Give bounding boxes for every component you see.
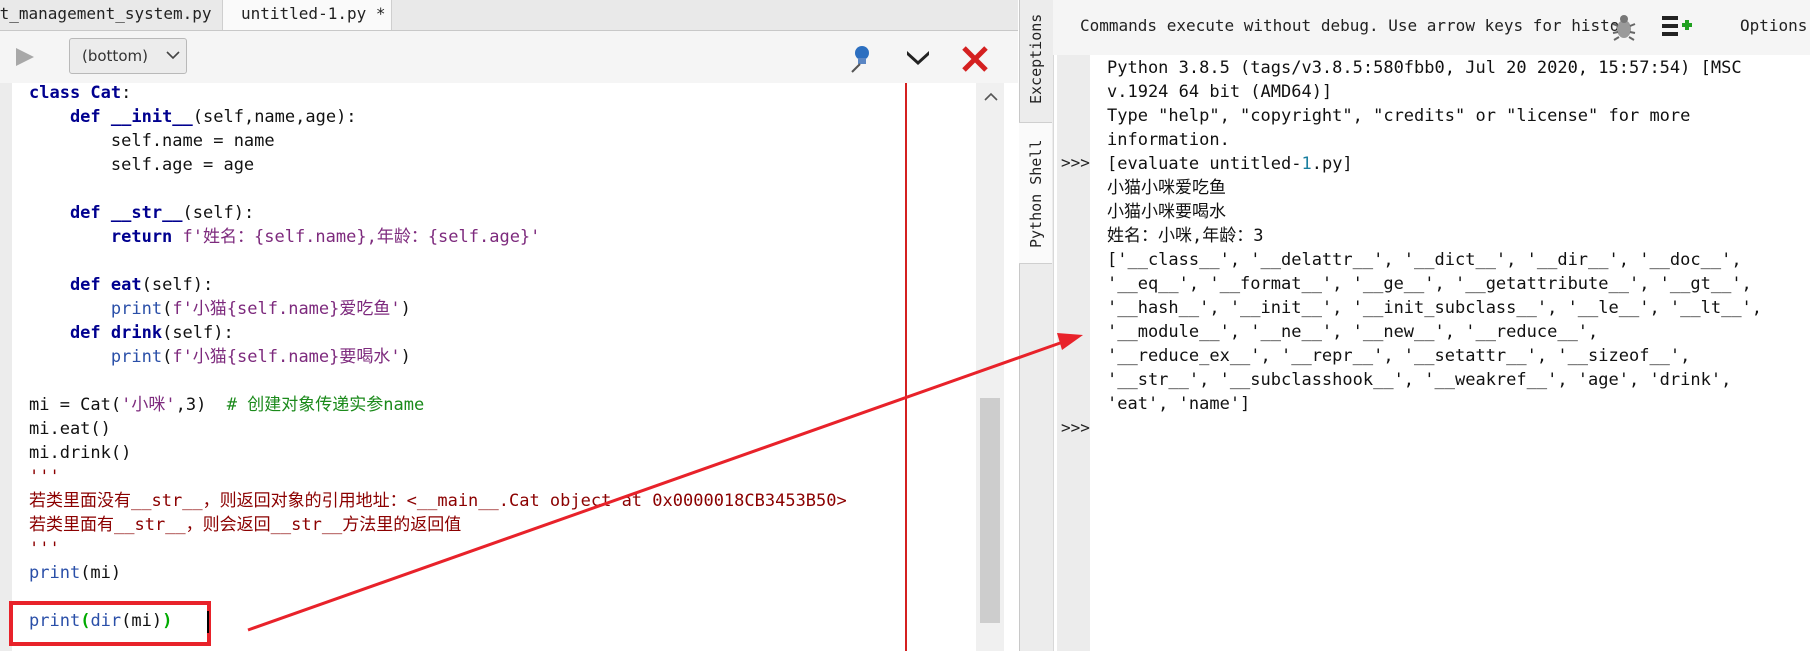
annotation-arrow — [247, 333, 1083, 632]
